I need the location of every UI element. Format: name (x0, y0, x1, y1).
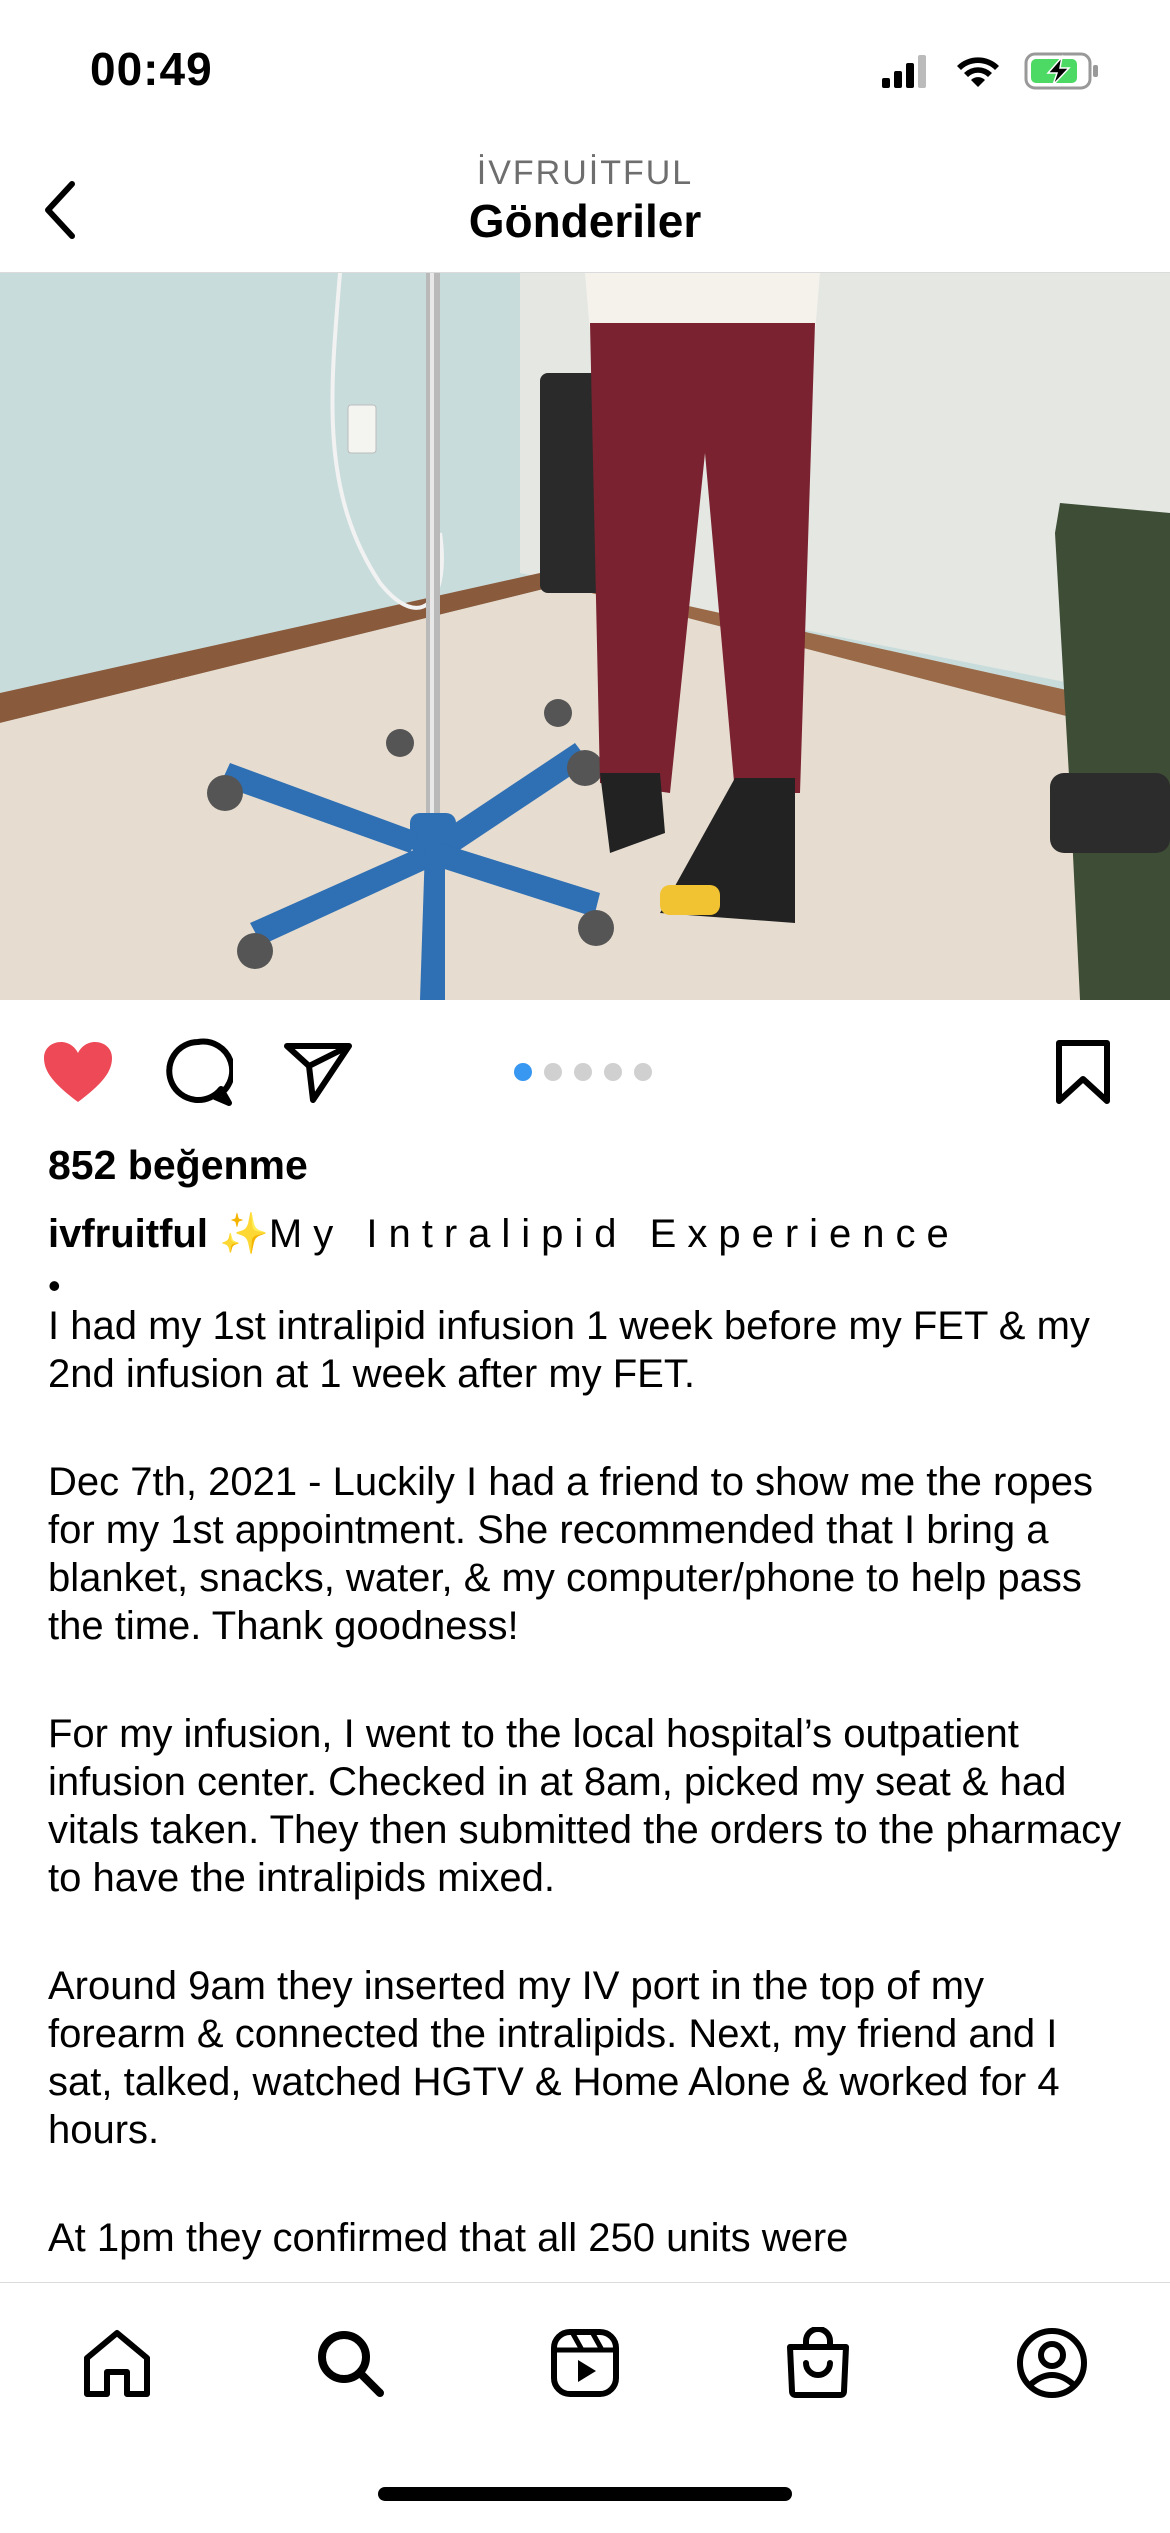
shop-icon (787, 2327, 849, 2398)
bottom-navigation (0, 2282, 1170, 2533)
nav-home[interactable] (72, 2318, 162, 2408)
search-icon (318, 2331, 384, 2397)
profile-icon (1017, 2328, 1087, 2398)
home-indicator (378, 2487, 792, 2501)
caption-paragraph: For my infusion, I went to the local hos… (48, 1712, 1122, 1900)
caption-title: My Intralipid Experience (268, 1212, 960, 1256)
caption-clip: 852 beğenme ivfruitful ✨My Intralipid Ex… (0, 0, 1170, 2282)
nav-reels[interactable] (540, 2318, 630, 2408)
caption-paragraph: Dec 7th, 2021 - Luckily I had a friend t… (48, 1460, 1094, 1648)
caption-paragraph: At 1pm they confirmed that all 250 units… (48, 2216, 849, 2260)
caption-paragraph: I had my 1st intralipid infusion 1 week … (48, 1304, 1090, 1396)
caption-username[interactable]: ivfruitful (48, 1212, 208, 1256)
sparkles-emoji: ✨ (219, 1212, 269, 1256)
caption-bullet: • (48, 1265, 61, 1306)
nav-search[interactable] (305, 2318, 395, 2408)
nav-shop[interactable] (773, 2318, 863, 2408)
caption-paragraph: Around 9am they inserted my IV port in t… (48, 1964, 1060, 2152)
reels-icon (551, 2329, 619, 2397)
caption: ivfruitful ✨My Intralipid Experience • I… (48, 1210, 1128, 2282)
likes-count[interactable]: 852 beğenme (48, 1142, 308, 1189)
nav-profile[interactable] (1007, 2318, 1097, 2408)
home-icon (84, 2330, 150, 2397)
